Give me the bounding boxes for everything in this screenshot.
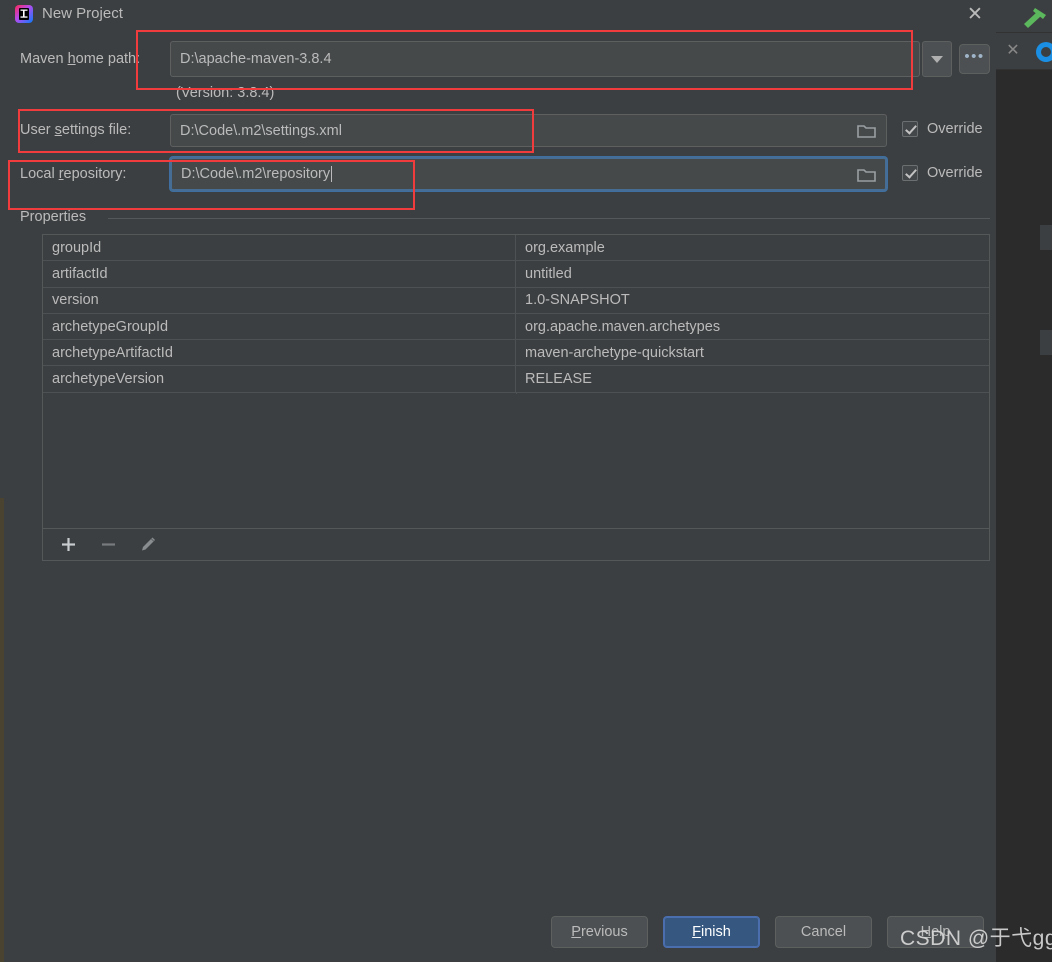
local-repository-input[interactable]: D:\Code\.m2\repository bbox=[170, 157, 887, 191]
finish-button[interactable]: Finish bbox=[663, 916, 760, 948]
property-value-cell: maven-archetype-quickstart bbox=[525, 344, 704, 361]
properties-table-body: groupId org.example artifactId untitled vers… bbox=[43, 235, 989, 393]
close-icon[interactable]: ✕ bbox=[963, 3, 987, 27]
background-right-pane-item-2 bbox=[1040, 330, 1052, 355]
finish-button-post: inish bbox=[701, 924, 731, 940]
table-row[interactable]: archetypeArtifactId maven-archetype-quick… bbox=[43, 340, 989, 367]
intellij-idea-icon bbox=[15, 5, 33, 23]
property-key-cell: archetypeArtifactId bbox=[43, 340, 516, 366]
user-settings-file-value: D:\Code\.m2\settings.xml bbox=[180, 122, 342, 139]
folder-icon bbox=[857, 169, 876, 182]
user-settings-file-label-pre: User bbox=[20, 122, 55, 138]
folder-icon bbox=[857, 125, 876, 138]
checkbox-checked-icon bbox=[902, 121, 918, 137]
local-repository-browse-button[interactable] bbox=[854, 162, 880, 188]
text-caret bbox=[331, 166, 333, 182]
dialog-titlebar: New Project ✕ bbox=[6, 0, 996, 30]
background-right-pane-item-1 bbox=[1040, 225, 1052, 250]
new-project-dialog: New Project ✕ Maven home path: D:\apache… bbox=[6, 0, 996, 962]
user-settings-override-label: Override bbox=[927, 121, 983, 137]
pencil-icon bbox=[141, 537, 155, 551]
property-value-cell: org.apache.maven.archetypes bbox=[525, 318, 721, 335]
properties-table-empty-area[interactable] bbox=[43, 393, 989, 528]
cancel-button-label: Cancel bbox=[800, 924, 847, 940]
checkbox-checked-icon bbox=[902, 165, 918, 181]
local-repository-override-label: Override bbox=[927, 165, 983, 181]
csdn-watermark: CSDN @于弋gg bbox=[900, 927, 1052, 950]
local-repository-label-pre: Local bbox=[20, 166, 59, 182]
local-repository-label-post: epository: bbox=[63, 166, 127, 182]
edit-property-button[interactable] bbox=[135, 533, 161, 557]
minus-icon bbox=[101, 543, 115, 546]
maven-version-note: (Version: 3.8.4) bbox=[176, 85, 275, 101]
maven-home-path-label-mnemonic: h bbox=[67, 51, 76, 67]
background-left-strip-lower bbox=[0, 498, 4, 962]
user-settings-override-checkbox[interactable]: Override bbox=[902, 121, 983, 137]
properties-table-column-divider bbox=[516, 393, 517, 394]
property-value-cell: untitled bbox=[525, 265, 572, 282]
maven-home-path-input[interactable]: D:\apache-maven-3.8.4 bbox=[170, 41, 920, 77]
previous-button-mnemonic: P bbox=[571, 924, 581, 940]
local-repository-value: D:\Code\.m2\repository bbox=[181, 166, 331, 182]
table-row[interactable]: groupId org.example bbox=[43, 235, 989, 262]
maven-home-path-label-post: ome path: bbox=[75, 51, 141, 67]
property-value-cell: 1.0-SNAPSHOT bbox=[525, 292, 630, 309]
screen-root: ✕ New Project ✕ Maven home path: D:\apac… bbox=[0, 0, 1052, 962]
maven-home-path-label-pre: Maven bbox=[20, 51, 68, 67]
property-key-cell: archetypeVersion bbox=[43, 366, 516, 392]
chevron-down-icon bbox=[931, 55, 943, 63]
table-row[interactable]: artifactId untitled bbox=[43, 261, 989, 288]
user-settings-file-label-mnemonic: s bbox=[54, 122, 62, 138]
add-property-button[interactable] bbox=[55, 533, 81, 557]
property-key-cell: archetypeGroupId bbox=[43, 313, 516, 340]
table-row[interactable]: version 1.0-SNAPSHOT bbox=[43, 287, 989, 314]
local-repository-override-checkbox[interactable]: Override bbox=[902, 165, 983, 181]
background-editor-area bbox=[996, 70, 1052, 962]
property-key-cell: version bbox=[43, 287, 516, 313]
table-row[interactable]: archetypeGroupId org.apache.maven.archety… bbox=[43, 313, 989, 341]
maven-home-path-browse-button[interactable]: ••• bbox=[959, 44, 990, 74]
user-settings-file-input[interactable]: D:\Code\.m2\settings.xml bbox=[170, 114, 887, 147]
properties-section-divider bbox=[108, 218, 990, 219]
finish-button-mnemonic: F bbox=[692, 924, 702, 940]
previous-button-post: revious bbox=[580, 924, 628, 940]
background-tab-close-icon[interactable]: ✕ bbox=[1005, 43, 1021, 59]
table-row[interactable]: archetypeVersion RELEASE bbox=[43, 366, 989, 393]
property-value-cell: RELEASE bbox=[525, 371, 592, 388]
maven-home-path-label: Maven home path: bbox=[20, 49, 140, 69]
maven-home-path-dropdown-button[interactable] bbox=[922, 41, 952, 77]
local-repository-label: Local repository: bbox=[20, 164, 126, 184]
user-settings-file-browse-button[interactable] bbox=[854, 118, 880, 144]
property-value-cell: org.example bbox=[525, 239, 605, 256]
plus-icon bbox=[61, 538, 75, 551]
properties-table-toolbar bbox=[42, 529, 990, 561]
user-settings-file-label-post: ettings file: bbox=[61, 122, 132, 138]
chrome-icon[interactable] bbox=[1036, 42, 1052, 62]
cancel-button[interactable]: Cancel bbox=[775, 916, 872, 948]
remove-property-button[interactable] bbox=[95, 533, 121, 557]
previous-button[interactable]: Previous bbox=[551, 916, 648, 948]
user-settings-file-label: User settings file: bbox=[20, 120, 131, 140]
hammer-icon[interactable] bbox=[1021, 6, 1049, 28]
property-key-cell: artifactId bbox=[43, 261, 516, 287]
maven-home-path-value: D:\apache-maven-3.8.4 bbox=[180, 51, 332, 67]
properties-section-label: Properties bbox=[20, 209, 95, 225]
property-key-cell: groupId bbox=[43, 235, 516, 261]
dialog-title: New Project bbox=[42, 5, 123, 22]
properties-table[interactable]: groupId org.example artifactId untitled vers… bbox=[42, 234, 990, 529]
